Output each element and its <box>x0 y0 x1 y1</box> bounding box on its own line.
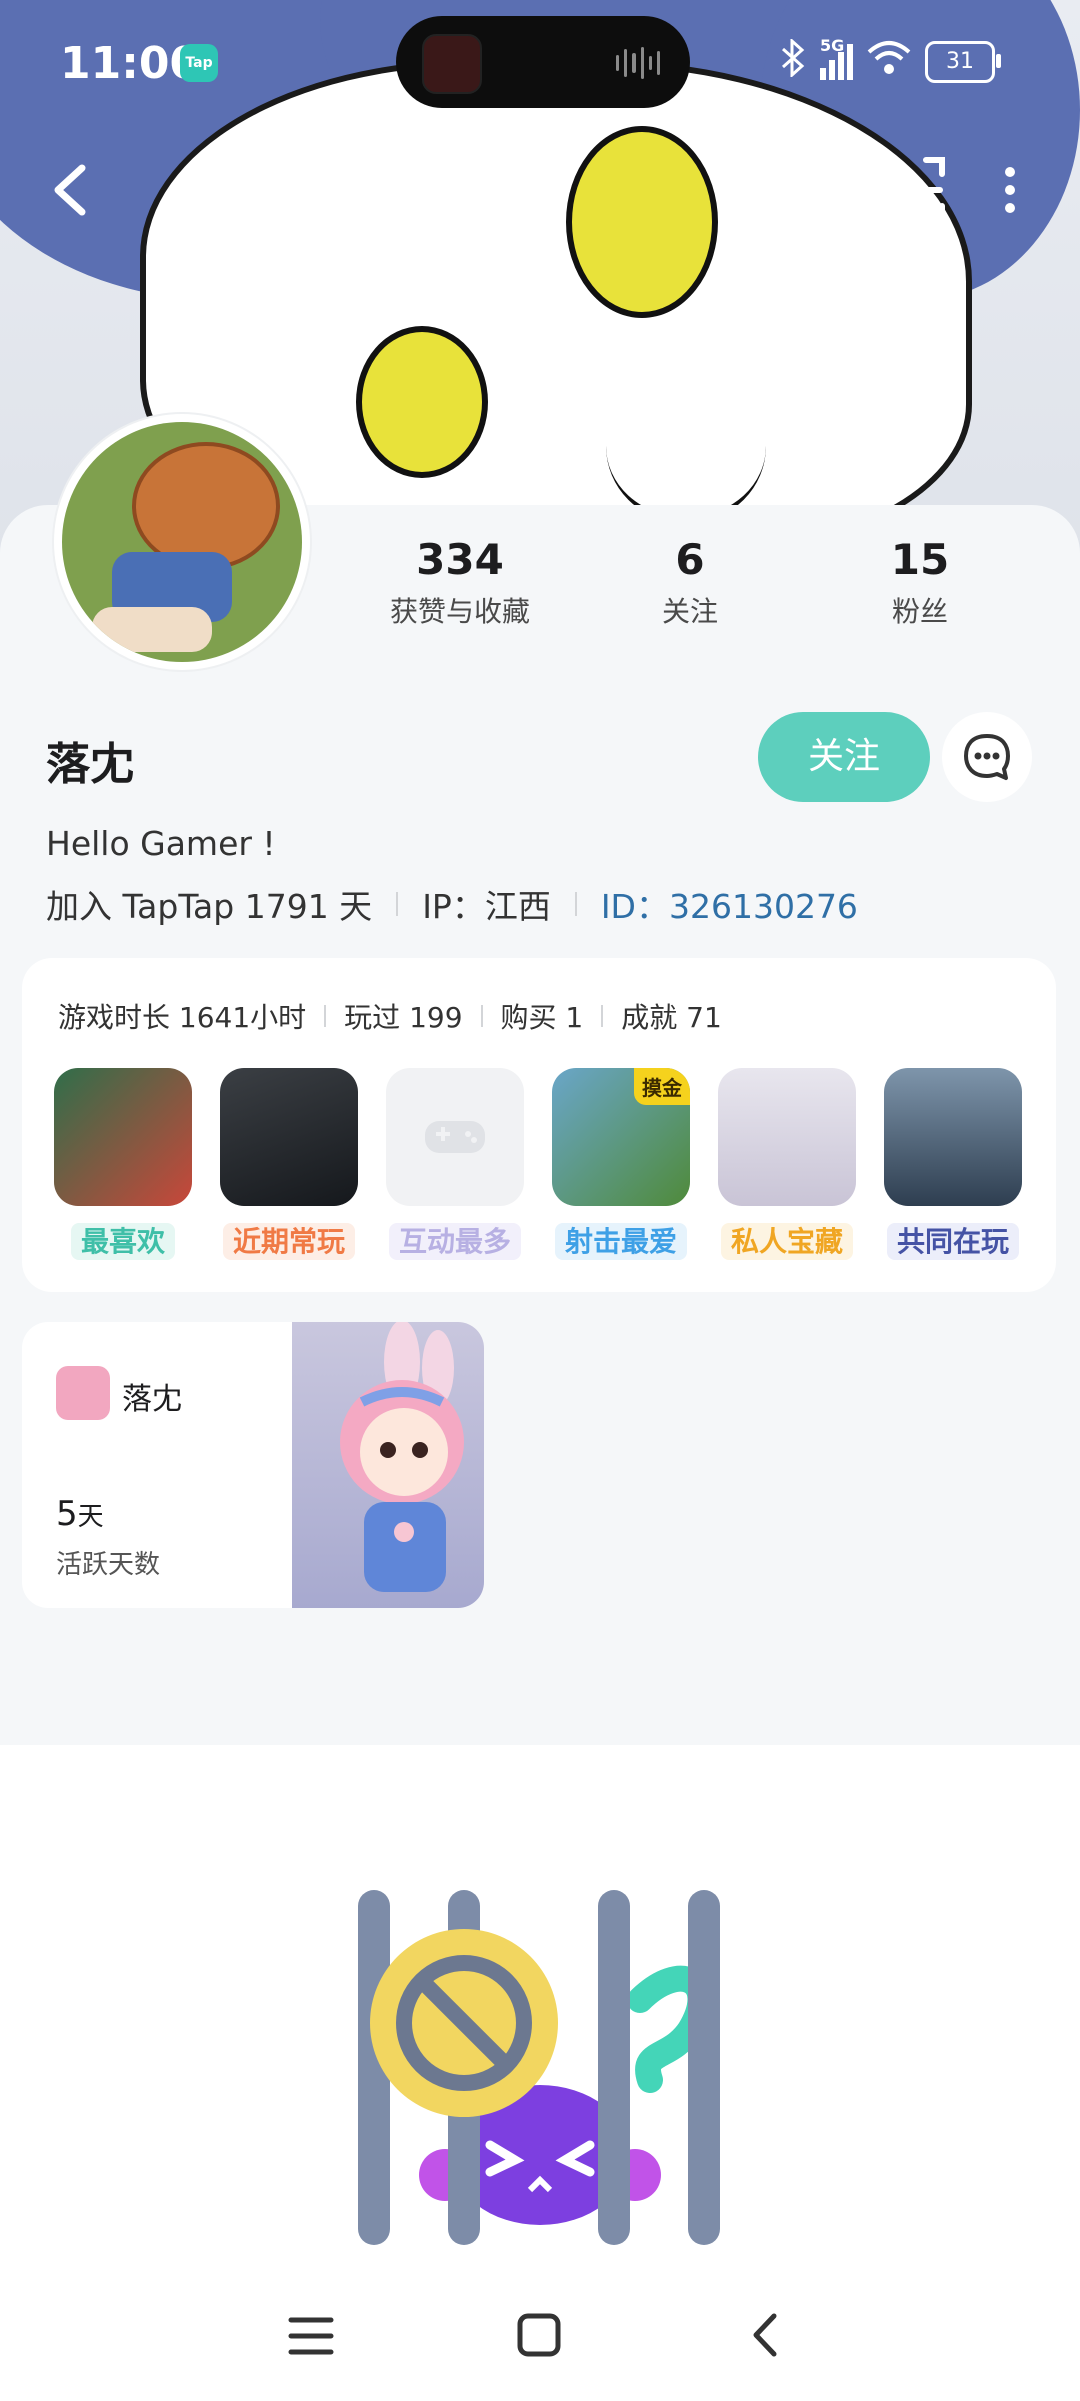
dynamic-island <box>396 16 690 108</box>
game-icon <box>56 1366 110 1420</box>
battery-icon: 31 <box>925 41 1001 83</box>
game-tile-recent[interactable] <box>220 1068 358 1206</box>
profile-bio: Hello Gamer ! <box>46 824 276 863</box>
active-card-name: 落冘 <box>122 1382 182 1417</box>
home-icon[interactable] <box>514 2310 564 2360</box>
stat-label: 粉丝 <box>891 595 948 628</box>
game-tile-favorite[interactable] <box>54 1068 192 1206</box>
stat-value: 15 <box>890 535 950 584</box>
active-days-card[interactable]: 落冘 5天 活跃天数 <box>22 1322 484 1608</box>
taptap-notification-icon: Tap <box>180 44 218 82</box>
stat-value: 6 <box>675 535 705 584</box>
game-tile-treasure[interactable] <box>718 1068 856 1206</box>
character-illustration <box>292 1322 484 1608</box>
chat-bubble-icon <box>964 734 1010 780</box>
played-count: 玩过 199 <box>344 1001 463 1034</box>
tag-recent: 近期常玩 <box>206 1220 372 1260</box>
wifi-icon <box>867 40 911 84</box>
status-bar: 11:00 Tap 5G 31 <box>0 0 1080 120</box>
scan-icon <box>875 157 945 223</box>
stat-following[interactable]: 6 关注 <box>590 535 790 630</box>
audio-wave-icon <box>616 46 661 80</box>
game-badge: 摸金 <box>634 1068 690 1105</box>
achievement-count: 成就 71 <box>621 1001 722 1034</box>
tag-coplay: 共同在玩 <box>870 1220 1036 1260</box>
stat-label: 关注 <box>661 595 718 628</box>
games-panel[interactable]: 游戏时长 1641小时 玩过 199 购买 1 成就 71 摸金 最喜欢 近期常… <box>22 958 1056 1292</box>
gamepad-icon <box>425 1121 485 1153</box>
stat-followers[interactable]: 15 粉丝 <box>820 535 1020 630</box>
blocked-illustration <box>340 1880 740 2260</box>
stat-likes[interactable]: 334 获赞与收藏 <box>360 535 560 630</box>
avatar[interactable] <box>54 414 310 670</box>
join-days: 加入 TapTap 1791 天 <box>46 887 373 926</box>
menu-icon[interactable] <box>286 2314 336 2358</box>
signal-icon: 5G <box>820 36 853 80</box>
back-nav-icon[interactable] <box>746 2310 786 2360</box>
stat-value: 334 <box>416 535 504 584</box>
tag-shooter: 射击最爱 <box>538 1220 704 1260</box>
back-arrow-icon <box>54 164 86 216</box>
network-type: 5G <box>820 36 845 55</box>
purchase-count: 购买 1 <box>500 1001 584 1034</box>
tag-favorite: 最喜欢 <box>40 1220 206 1260</box>
game-stats-row: 游戏时长 1641小时 玩过 199 购买 1 成就 71 <box>58 996 722 1036</box>
status-icons: 5G 31 <box>780 36 1001 86</box>
active-days-value: 5天 <box>56 1494 104 1534</box>
media-thumbnail <box>422 34 482 94</box>
active-days-label: 活跃天数 <box>56 1550 161 1580</box>
more-options-button[interactable] <box>990 150 1030 230</box>
profile-name: 落冘 <box>46 739 134 790</box>
scan-button[interactable] <box>870 150 950 230</box>
bluetooth-icon <box>780 37 806 85</box>
tag-treasure: 私人宝藏 <box>704 1220 870 1260</box>
game-tile-interaction[interactable] <box>386 1068 524 1206</box>
message-button[interactable] <box>942 712 1032 802</box>
back-button[interactable] <box>40 150 100 230</box>
system-nav-bar <box>0 2270 1080 2401</box>
game-tile-shooter[interactable]: 摸金 <box>552 1068 690 1206</box>
game-tile-coplay[interactable] <box>884 1068 1022 1206</box>
profile-meta: 加入 TapTap 1791 天 IP：江西 ID：326130276 <box>46 880 858 928</box>
play-time: 游戏时长 1641小时 <box>58 1001 307 1034</box>
user-id[interactable]: ID：326130276 <box>601 880 858 928</box>
tag-interaction: 互动最多 <box>372 1220 538 1260</box>
ip-location: IP：江西 <box>422 887 551 926</box>
more-vertical-icon <box>1005 167 1015 213</box>
stat-label: 获赞与收藏 <box>389 595 530 628</box>
follow-button[interactable]: 关注 <box>758 712 930 802</box>
